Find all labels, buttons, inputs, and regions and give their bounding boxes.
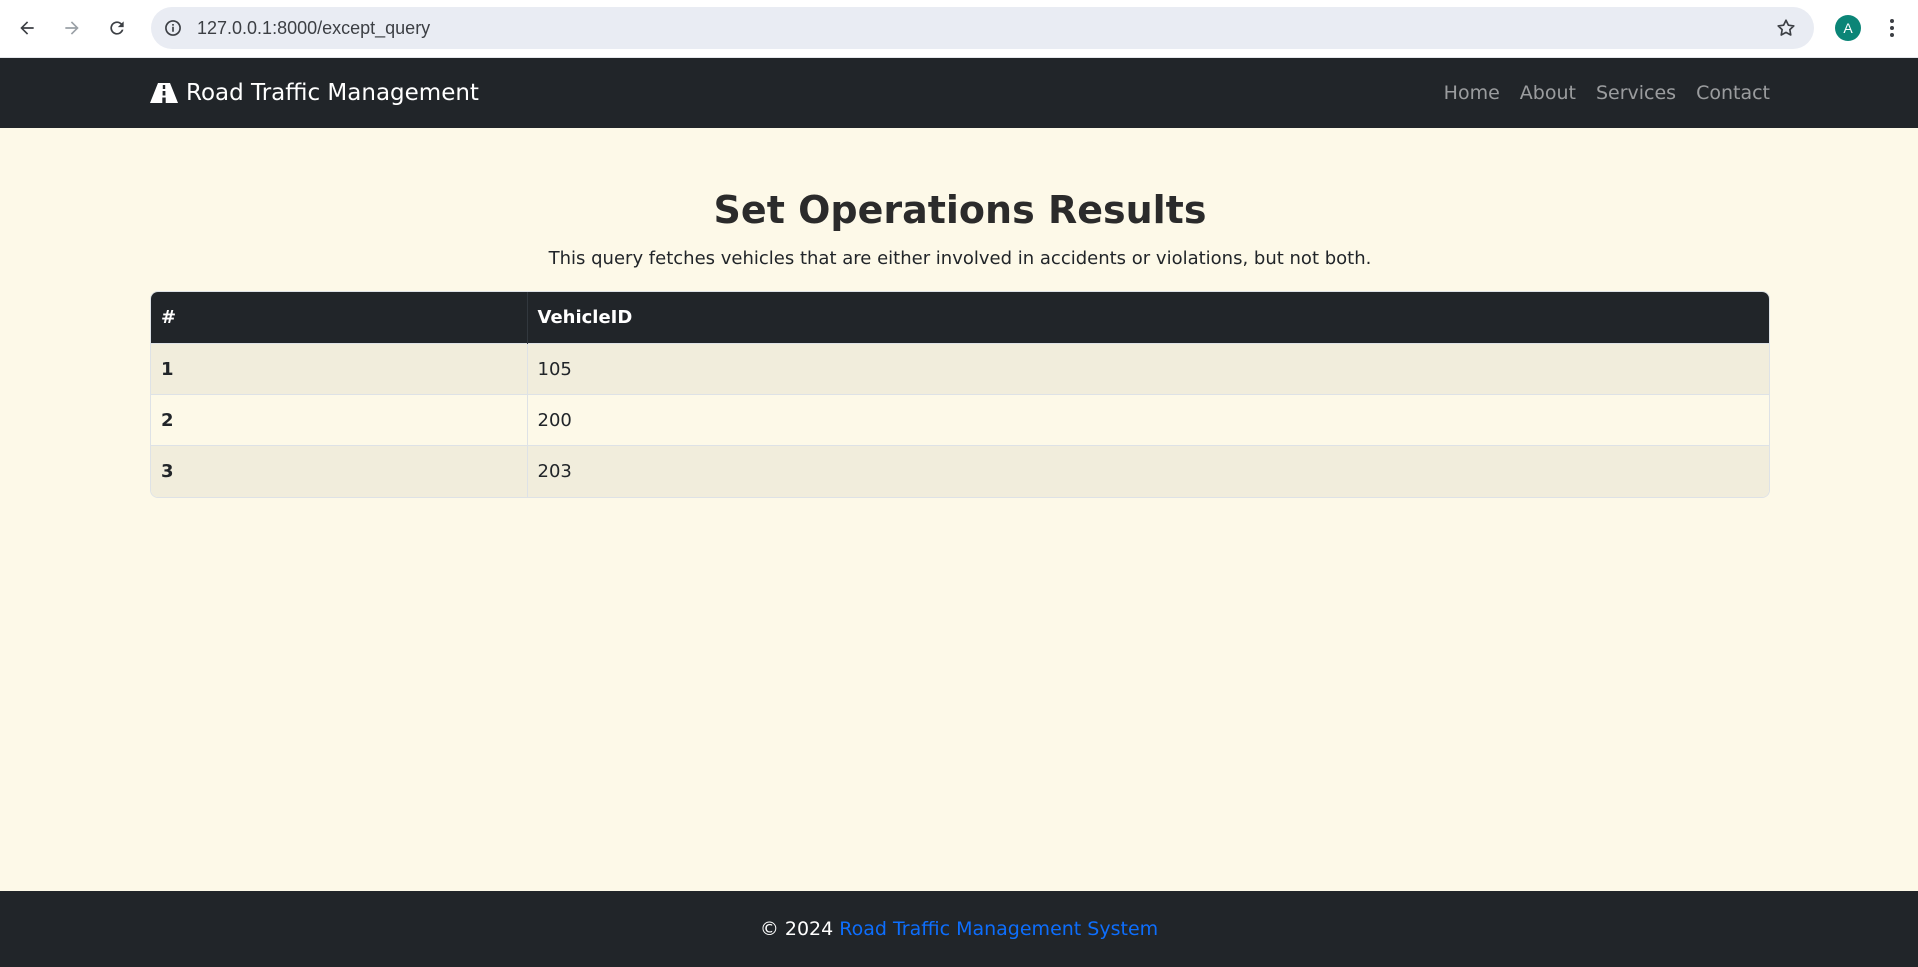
back-button[interactable] (9, 10, 45, 46)
bookmark-star-icon[interactable] (1774, 16, 1798, 40)
row-index: 2 (151, 394, 527, 446)
nav-link-about[interactable]: About (1520, 82, 1576, 104)
forward-button[interactable] (54, 10, 90, 46)
row-index: 3 (151, 445, 527, 497)
column-header-vehicleid: VehicleID (526, 291, 1769, 344)
site-footer: © 2024 Road Traffic Management System (0, 891, 1918, 967)
site-navbar: Road Traffic Management Home About Servi… (0, 58, 1918, 128)
brand-link[interactable]: Road Traffic Management (150, 58, 479, 128)
footer-copyright: © 2024 (759, 918, 834, 940)
table-row: 3 203 (151, 445, 1769, 497)
nav-link-contact[interactable]: Contact (1696, 82, 1770, 104)
table-row: 2 200 (151, 394, 1769, 446)
address-bar[interactable]: 127.0.0.1:8000/except_query (151, 7, 1814, 49)
url-text[interactable]: 127.0.0.1:8000/except_query (197, 7, 430, 49)
results-table: # VehicleID 1 105 2 200 3 203 (151, 291, 1769, 497)
profile-avatar[interactable]: A (1835, 15, 1861, 41)
brand-text: Road Traffic Management (186, 80, 479, 106)
footer-link[interactable]: Road Traffic Management System (839, 918, 1158, 940)
vehicle-id-cell: 200 (526, 394, 1769, 446)
reload-icon (110, 21, 124, 35)
page-subtitle: This query fetches vehicles that are eit… (548, 247, 1372, 269)
nav-link-services[interactable]: Services (1596, 82, 1676, 104)
reload-button[interactable] (99, 10, 135, 46)
forward-arrow-icon (65, 21, 79, 35)
back-arrow-icon (20, 21, 34, 35)
column-header-index: # (151, 291, 527, 344)
vehicle-id-cell: 105 (526, 343, 1769, 395)
nav-link-home[interactable]: Home (1444, 82, 1500, 104)
kebab-menu-icon[interactable] (1882, 14, 1902, 42)
browser-toolbar: 127.0.0.1:8000/except_query A (0, 0, 1918, 58)
results-table-container: # VehicleID 1 105 2 200 3 203 (150, 290, 1770, 498)
road-icon (150, 83, 178, 103)
vehicle-id-cell: 203 (526, 445, 1769, 497)
nav-links: Home About Services Contact (1444, 58, 1770, 128)
row-index: 1 (151, 343, 527, 395)
main-content: Set Operations Results This query fetche… (150, 128, 1770, 498)
page-title: Set Operations Results (713, 188, 1207, 232)
table-header-row: # VehicleID (151, 291, 1769, 344)
site-info-icon[interactable] (161, 16, 185, 40)
table-row: 1 105 (151, 343, 1769, 395)
